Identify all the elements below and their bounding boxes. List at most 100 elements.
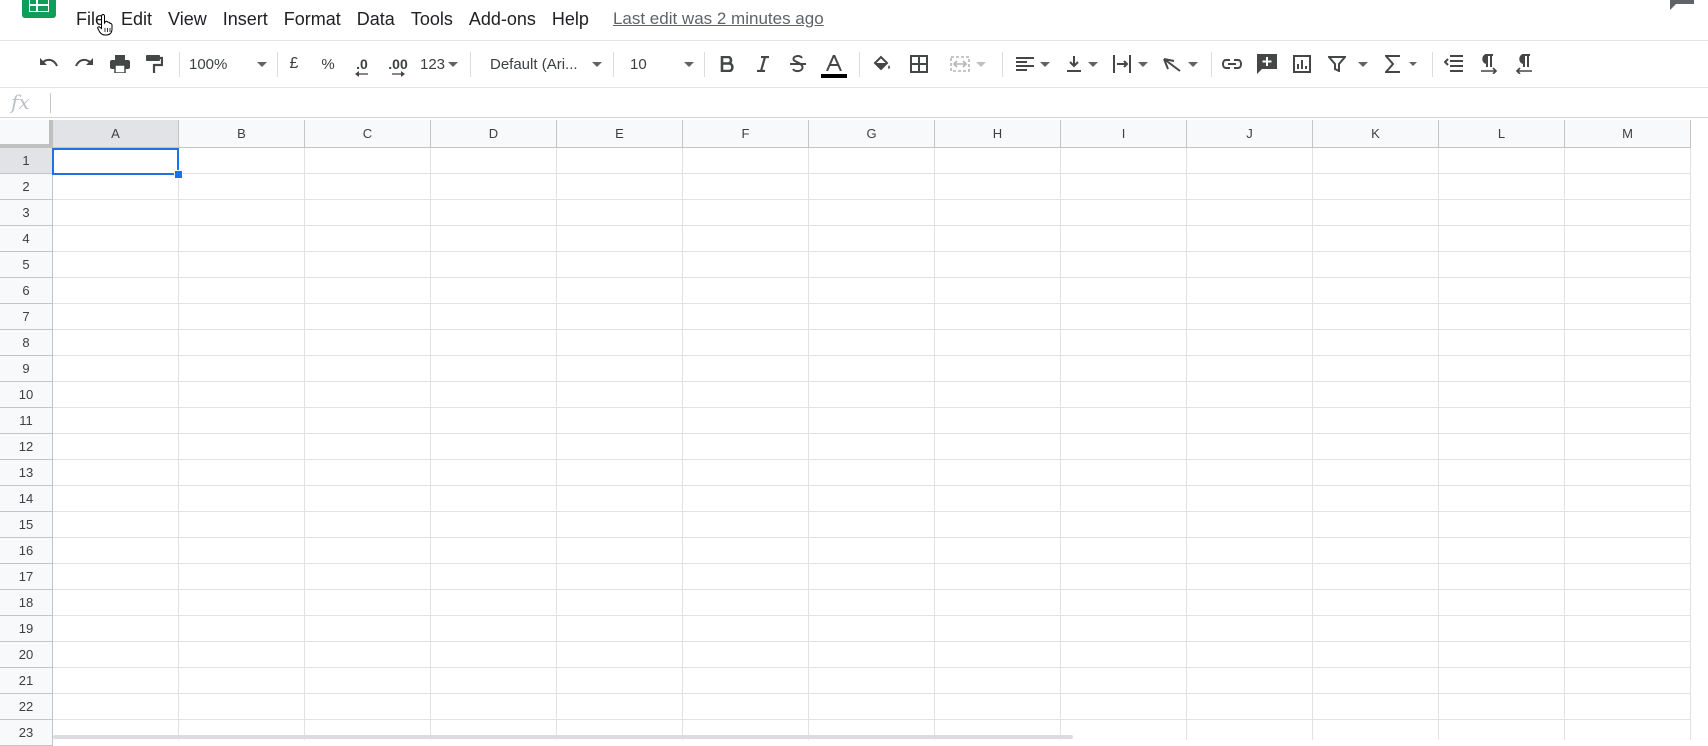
toolbar-divider [179, 52, 180, 77]
row-header[interactable]: 6 [0, 278, 53, 304]
add-comment-icon [1257, 54, 1277, 74]
horizontal-scrollbar[interactable] [53, 735, 1073, 739]
menu-view[interactable]: View [168, 8, 207, 30]
column-header-j[interactable]: J [1187, 120, 1313, 148]
menu-add-ons[interactable]: Add-ons [469, 8, 536, 30]
strikethrough-button[interactable] [785, 41, 811, 87]
row-header[interactable]: 13 [0, 460, 53, 486]
toolbar-divider [1432, 52, 1433, 77]
column-header-a[interactable]: A [53, 120, 179, 148]
row-header[interactable]: 17 [0, 564, 53, 590]
filter-icon [1328, 56, 1346, 72]
menu-tools[interactable]: Tools [411, 8, 453, 30]
insert-comment-button[interactable] [1253, 41, 1281, 87]
chevron-down-icon [1138, 61, 1148, 67]
row-header[interactable]: 7 [0, 304, 53, 330]
merge-cells-icon [950, 56, 970, 72]
ltr-text-direction-button[interactable] [1475, 41, 1503, 87]
menu-edit[interactable]: Edit [121, 8, 152, 30]
sheets-logo-icon[interactable] [22, 0, 56, 18]
rtl-text-direction-button[interactable] [1510, 41, 1538, 87]
font-family-select[interactable]: Default (Ari... [490, 41, 602, 87]
menu-data[interactable]: Data [357, 8, 395, 30]
row-header[interactable]: 3 [0, 200, 53, 226]
menu-help[interactable]: Help [552, 8, 589, 30]
toolbar: 100% £ % .0 .00 123 Default (Ari... 10 [0, 40, 1708, 88]
row-header[interactable]: 18 [0, 590, 53, 616]
percent-format-button[interactable]: % [317, 41, 339, 87]
zoom-select[interactable]: 100% [189, 41, 267, 87]
toolbar-divider [613, 52, 614, 77]
column-header-h[interactable]: H [935, 120, 1061, 148]
increase-decimal-button[interactable]: .00 [383, 41, 413, 87]
column-header-m[interactable]: M [1565, 120, 1691, 148]
chevron-down-icon [1040, 61, 1050, 67]
column-header-e[interactable]: E [557, 120, 683, 148]
column-header-i[interactable]: I [1061, 120, 1187, 148]
column-header-f[interactable]: F [683, 120, 809, 148]
row-header[interactable]: 1 [0, 148, 53, 174]
text-color-icon [826, 54, 842, 71]
menu-insert[interactable]: Insert [223, 8, 268, 30]
column-header-c[interactable]: C [305, 120, 431, 148]
row-header[interactable]: 22 [0, 694, 53, 720]
row-header[interactable]: 2 [0, 174, 53, 200]
column-header-d[interactable]: D [431, 120, 557, 148]
italic-button[interactable] [750, 41, 776, 87]
row-header[interactable]: 5 [0, 252, 53, 278]
currency-format-button[interactable]: £ [283, 41, 305, 87]
row-header[interactable]: 21 [0, 668, 53, 694]
row-header[interactable]: 9 [0, 356, 53, 382]
column-header-b[interactable]: B [179, 120, 305, 148]
bold-button[interactable] [714, 41, 740, 87]
vertical-align-select[interactable] [1062, 41, 1102, 87]
merge-cells-button[interactable] [943, 41, 993, 87]
fill-handle[interactable] [174, 170, 183, 179]
last-edit-link[interactable]: Last edit was 2 minutes ago [613, 8, 824, 30]
row-header[interactable]: 10 [0, 382, 53, 408]
row-header[interactable]: 19 [0, 616, 53, 642]
freeze-button[interactable] [1440, 41, 1468, 87]
formula-input[interactable] [56, 91, 1660, 117]
text-color-button[interactable] [820, 41, 848, 87]
fill-color-button[interactable] [868, 41, 896, 87]
functions-button[interactable] [1380, 41, 1422, 87]
insert-chart-button[interactable] [1288, 41, 1316, 87]
column-header-g[interactable]: G [809, 120, 935, 148]
select-all-corner[interactable] [0, 120, 53, 148]
row-header[interactable]: 11 [0, 408, 53, 434]
chevron-down-icon [976, 61, 986, 67]
cell-grid[interactable] [53, 148, 1691, 740]
row-header[interactable]: 23 [0, 720, 53, 746]
chevron-down-icon [1188, 61, 1198, 67]
column-header-l[interactable]: L [1439, 120, 1565, 148]
freeze-rows-icon [1444, 55, 1463, 72]
row-header[interactable]: 12 [0, 434, 53, 460]
filter-button[interactable] [1324, 41, 1372, 87]
row-header[interactable]: 16 [0, 538, 53, 564]
undo-button[interactable] [35, 41, 63, 87]
borders-button[interactable] [905, 41, 933, 87]
more-formats-select[interactable]: 123 [419, 41, 459, 87]
row-header[interactable]: 14 [0, 486, 53, 512]
row-header[interactable]: 8 [0, 330, 53, 356]
horizontal-align-select[interactable] [1013, 41, 1053, 87]
column-header-k[interactable]: K [1313, 120, 1439, 148]
column-headers: A B C D E F G H I J K L M [53, 120, 1691, 148]
decrease-decimal-button[interactable]: .0 [348, 41, 376, 87]
selected-cell-a1[interactable] [52, 148, 179, 175]
menu-bar: File Edit View Insert Format Data Tools … [0, 0, 1708, 38]
row-header[interactable]: 20 [0, 642, 53, 668]
bold-icon [720, 56, 734, 72]
text-wrapping-select[interactable] [1109, 41, 1151, 87]
menu-format[interactable]: Format [284, 8, 341, 30]
font-size-select[interactable]: 10 [630, 41, 694, 87]
redo-button[interactable] [70, 41, 98, 87]
row-header[interactable]: 15 [0, 512, 53, 538]
print-button[interactable] [106, 41, 134, 87]
comments-icon[interactable] [1668, 0, 1696, 17]
insert-link-button[interactable] [1218, 41, 1246, 87]
row-header[interactable]: 4 [0, 226, 53, 252]
text-rotation-select[interactable] [1159, 41, 1201, 87]
paint-format-button[interactable] [141, 41, 167, 87]
